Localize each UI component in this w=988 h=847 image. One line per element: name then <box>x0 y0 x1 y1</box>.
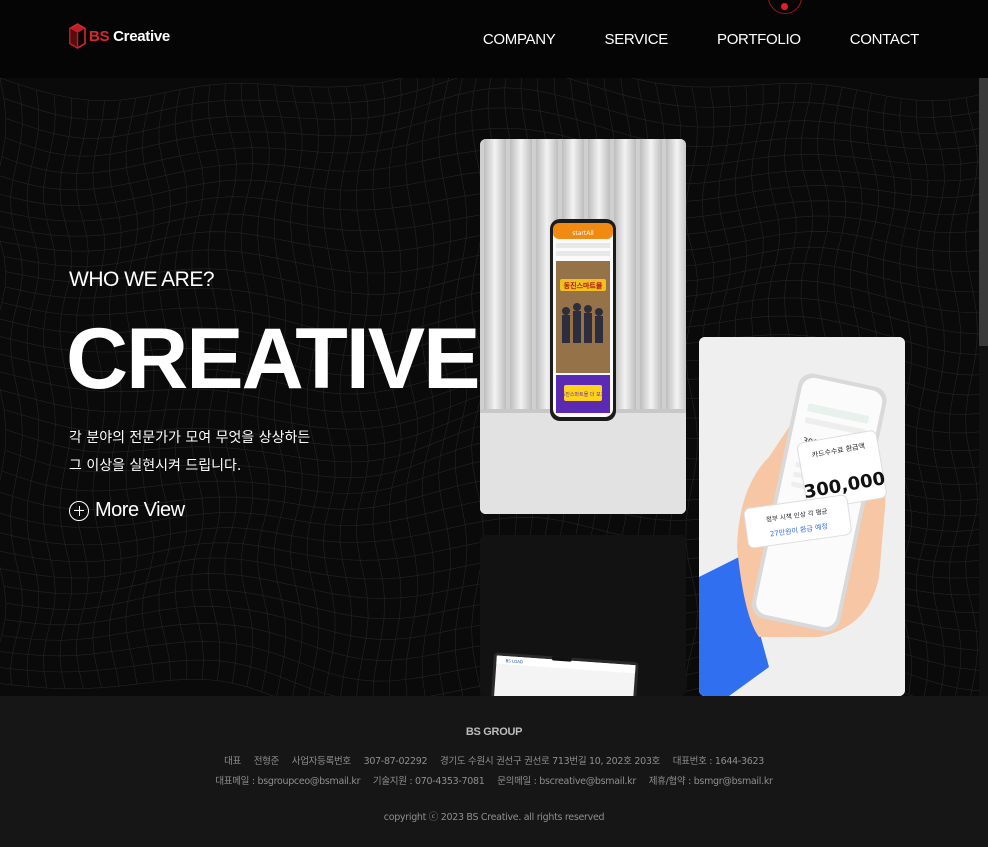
logo-cube-icon <box>69 23 86 49</box>
cursor-dot-icon <box>781 3 788 10</box>
footer-address: 경기도 수원시 권선구 권선로 713번길 10, 202호 203호 <box>440 756 661 767</box>
hand-phone-image: 300,000 카드수수료 환급액 300,000 정부 시책 인상 각 평균 … <box>699 337 905 696</box>
footer-phone: 대표번호 : 1644-3623 <box>672 756 764 767</box>
footer-ceo-name: 전형준 <box>253 756 280 767</box>
footer-ceo-label: 대표 <box>224 756 241 767</box>
footer-copyright: copyright ⓒ 2023 BS Creative. all rights… <box>383 812 605 823</box>
phone-mockup-image: startAll 동진스마트몰 동진스마트몰 더 보기 <box>480 139 686 514</box>
nav-service[interactable]: SERVICE <box>605 31 669 48</box>
portfolio-card-1[interactable]: startAll 동진스마트몰 동진스마트몰 더 보기 <box>480 139 686 514</box>
logo-prefix: BS <box>89 27 110 45</box>
footer-company-info: 대표 전형준 사업자등록번호 307-87-02292 경기도 수원시 권선구 … <box>0 753 988 767</box>
footer-bizno: 307-87-02292 <box>363 756 428 767</box>
more-view-label: More View <box>95 499 185 521</box>
site-header: BS Creative COMPANY SERVICE PORTFOLIO CO… <box>0 0 988 78</box>
phone-cta-label: 동진스마트몰 더 보기 <box>561 391 606 398</box>
footer-tech-support: 기술지원 : 070-4353-7081 <box>372 776 485 787</box>
nav-portfolio[interactable]: PORTFOLIO <box>717 31 801 48</box>
nav-contact[interactable]: CONTACT <box>850 31 920 48</box>
scrollbar-thumb[interactable] <box>979 78 988 346</box>
hero-section: WHO WE ARE? CREATIVE 각 분야의 전문가가 모여 무엇을 상… <box>0 78 988 696</box>
hero-desc-line-1: 각 분야의 전문가가 모여 무엇을 상상하든 <box>69 430 311 446</box>
logo[interactable]: BS Creative <box>69 21 170 51</box>
laptop-mockup-image: BS LOAD <box>480 535 686 696</box>
main-nav: COMPANY SERVICE PORTFOLIO CONTACT <box>483 31 919 48</box>
logo-word: Creative <box>113 27 170 45</box>
site-footer: BS GROUP 대표 전형준 사업자등록번호 307-87-02292 경기도… <box>0 696 988 847</box>
footer-partner-email: 제휴/협약 : bsmgr@bsmail.kr <box>648 776 773 787</box>
portfolio-card-2[interactable]: 300,000 카드수수료 환급액 300,000 정부 시책 인상 각 평균 … <box>699 337 905 696</box>
nav-company[interactable]: COMPANY <box>483 31 556 48</box>
plus-circle-icon <box>69 500 89 521</box>
hero-desc-line-2: 그 이상을 실현시켜 드립니다. <box>69 458 242 474</box>
hero-headline: CREATIVE <box>66 311 480 407</box>
footer-ceo-email: 대표메일 : bsgroupceo@bsmail.kr <box>215 776 361 787</box>
poster-title: 동진스마트몰 <box>564 281 603 290</box>
portfolio-card-3[interactable]: BS LOAD <box>480 535 686 696</box>
footer-bizno-label: 사업자등록번호 <box>291 756 351 767</box>
footer-brand: BS GROUP <box>465 726 523 738</box>
footer-inquiry-email: 문의메일 : bscreative@bsmail.kr <box>497 776 636 787</box>
footer-contact-info: 대표메일 : bsgroupceo@bsmail.kr 기술지원 : 070-4… <box>0 773 988 787</box>
more-view-button[interactable]: More View <box>69 499 185 522</box>
hero-eyebrow: WHO WE ARE? <box>69 268 215 291</box>
hero-text-block: WHO WE ARE? CREATIVE 각 분야의 전문가가 모여 무엇을 상… <box>66 268 480 480</box>
hero-description: 각 분야의 전문가가 모여 무엇을 상상하든 그 이상을 실현시켜 드립니다. <box>69 424 478 480</box>
phone-top-label: startAll <box>572 230 594 237</box>
